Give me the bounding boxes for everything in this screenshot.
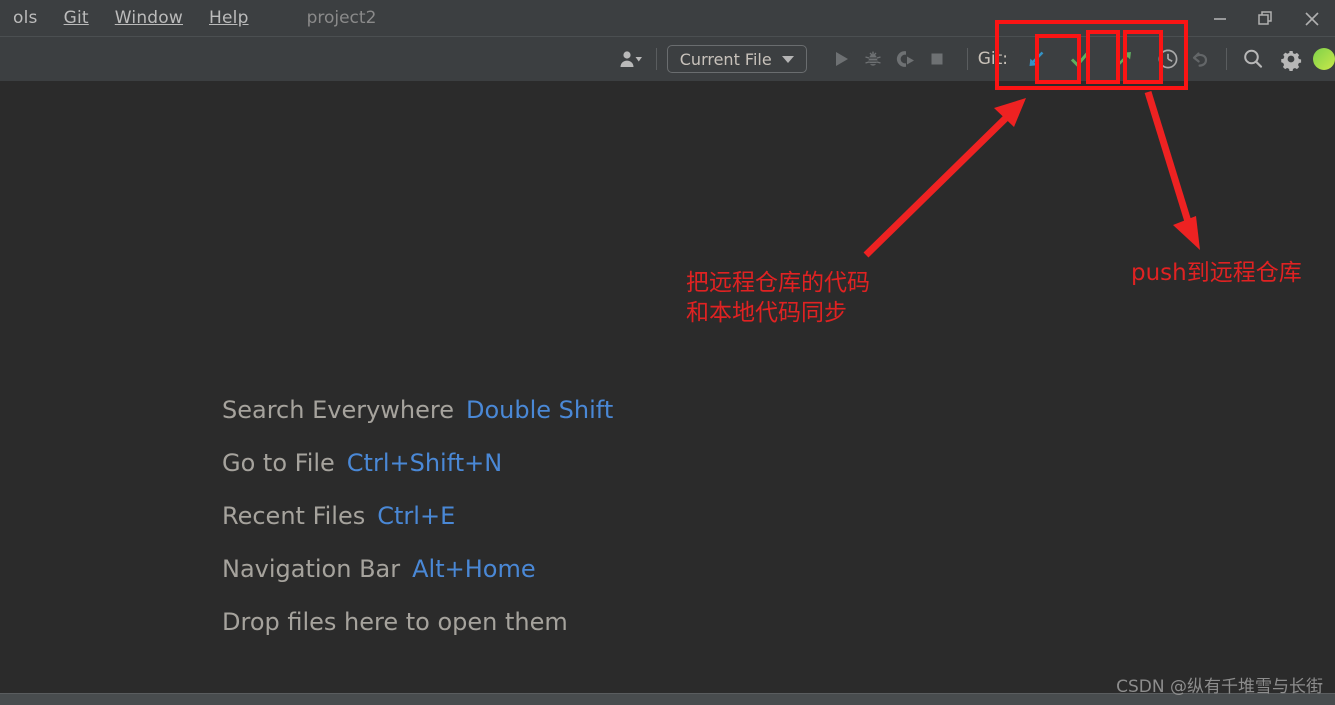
run-button[interactable] [825,43,857,75]
shortcut-hint-list: Search Everywhere Double Shift Go to Fil… [222,396,613,636]
user-button[interactable] [614,43,646,75]
user-group [614,43,667,75]
stop-button[interactable] [921,43,953,75]
annotation-note-sync: 把远程仓库的代码 和本地代码同步 [686,270,870,327]
shortcut-key: Double Shift [466,396,614,424]
chevron-down-icon [781,55,794,63]
editor-empty-state: Search Everywhere Double Shift Go to Fil… [0,81,1335,693]
play-icon [835,52,848,66]
debug-button[interactable] [857,43,889,75]
menu-item-git[interactable]: Git [51,8,102,28]
menu-item-label: Git [63,8,89,28]
csdn-watermark: CSDN @纵有千堆雪与长街 [1116,677,1323,697]
search-button[interactable] [1237,43,1269,75]
bug-icon [865,51,881,66]
annotation-note-push: push到远程仓库 [1131,260,1302,286]
toolbar-divider [1226,48,1227,70]
title-bar: ols Git Window Help project2 [0,0,1335,37]
menu-item-tools[interactable]: ols [0,8,51,28]
menu-item-label: Window [114,8,183,28]
run-configuration-selector[interactable]: Current File [666,45,807,73]
shortcut-label: Recent Files [222,502,366,530]
arrow-down-left-icon [1029,51,1044,66]
checkmark-icon [1070,51,1090,68]
git-update-button[interactable] [1020,43,1052,75]
shortcut-row: Navigation Bar Alt+Home [222,555,613,583]
menu-bar: ols Git Window Help [0,8,262,28]
git-label: Git: [977,49,1008,69]
shortcut-row: Recent Files Ctrl+E [222,502,613,530]
window-controls [1197,0,1335,37]
clock-icon [1158,49,1178,69]
close-icon [1305,11,1319,26]
undo-icon [1192,52,1208,67]
search-icon [1244,49,1263,68]
run-actions-group [825,43,978,75]
shortcut-row: Go to File Ctrl+Shift+N [222,449,613,477]
shortcut-key: Ctrl+Shift+N [346,449,503,477]
run-coverage-button[interactable] [889,43,921,75]
toolbar-divider [655,48,657,70]
settings-button[interactable] [1275,43,1307,75]
menu-item-label: Help [209,8,249,28]
shortcut-label: Go to File [222,449,335,477]
shortcut-label: Navigation Bar [222,555,401,583]
git-rollback-button[interactable] [1184,43,1216,75]
restore-icon [1258,10,1272,25]
git-commit-button[interactable] [1064,43,1096,75]
shortcut-label: Search Everywhere [222,396,454,424]
menu-item-window[interactable]: Window [102,8,196,28]
git-history-button[interactable] [1152,43,1184,75]
restore-button[interactable] [1243,0,1289,37]
minimize-icon [1214,17,1226,20]
drop-files-label: Drop files here to open them [222,608,568,636]
menu-item-label: ols [13,8,38,28]
arrow-up-right-icon [1116,52,1131,67]
run-configuration-label: Current File [679,49,772,69]
coverage-icon [896,51,914,67]
ide-window: ols Git Window Help project2 Current Fil… [0,0,1335,705]
stop-icon [931,53,943,65]
user-avatar[interactable] [1313,48,1335,70]
git-push-button[interactable] [1108,43,1140,75]
toolbar-divider [966,48,968,70]
user-icon [620,51,642,67]
main-toolbar: Current File Git: [0,37,1335,81]
gear-icon [1281,50,1302,71]
shortcut-row: Search Everywhere Double Shift [222,396,613,424]
git-group: Git: [978,43,1335,75]
shortcut-key: Alt+Home [412,555,536,583]
close-button[interactable] [1289,0,1335,37]
shortcut-key: Ctrl+E [377,502,456,530]
drop-files-hint: Drop files here to open them [222,608,613,636]
minimize-button[interactable] [1197,0,1243,37]
project-title: project2 [306,8,377,28]
menu-item-help[interactable]: Help [196,8,262,28]
